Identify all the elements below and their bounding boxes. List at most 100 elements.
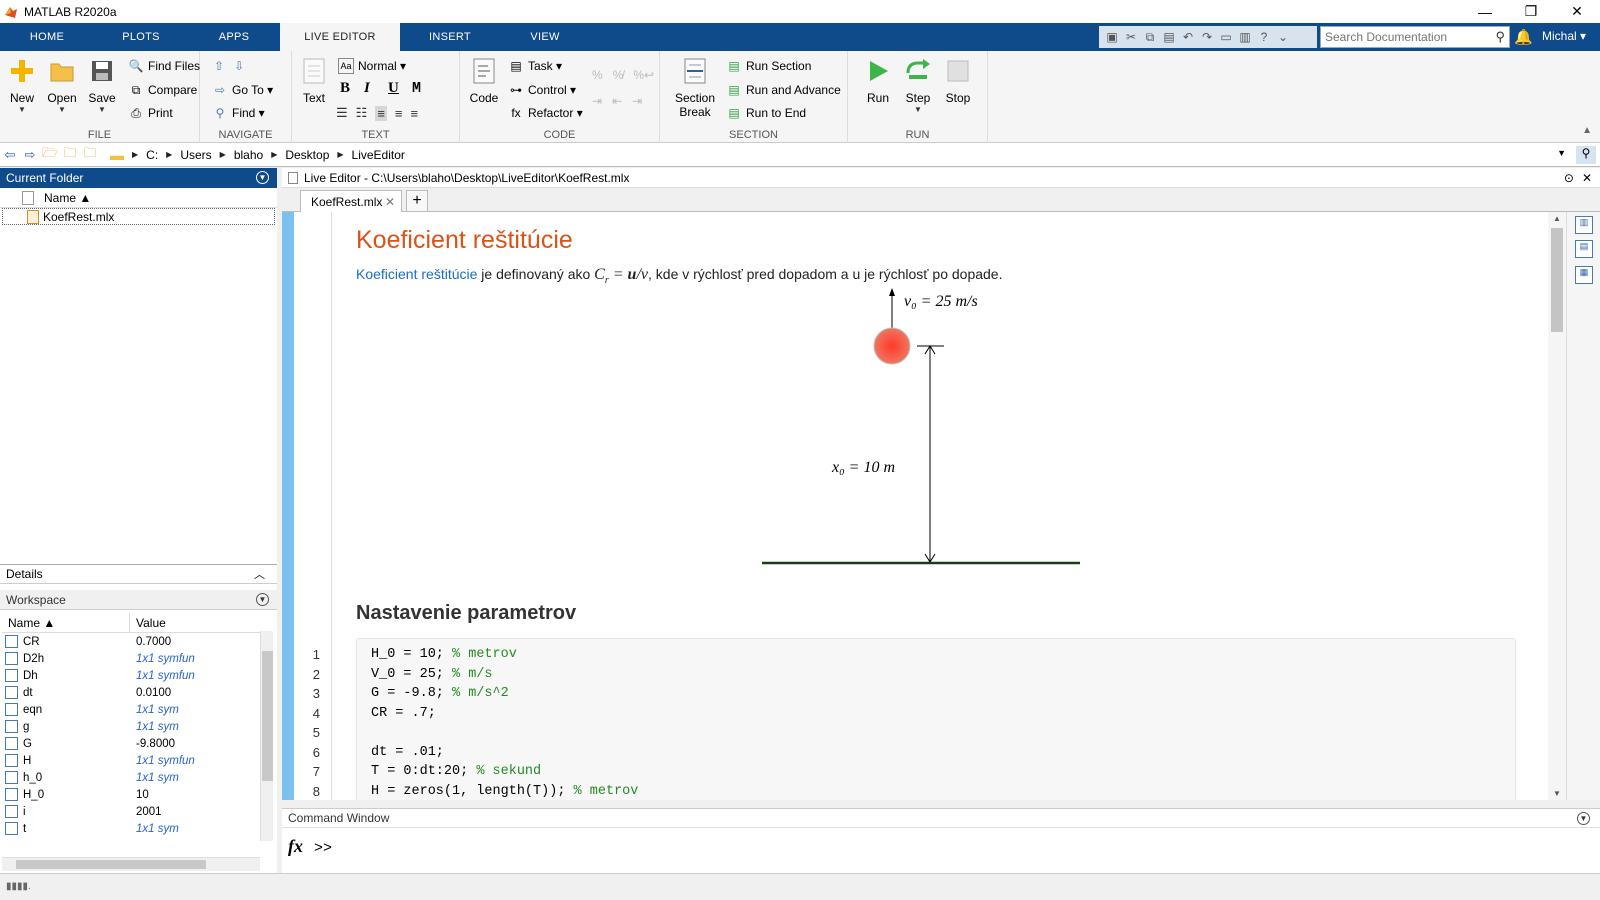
cut-icon[interactable]: ✂ — [1123, 29, 1139, 45]
tab-plots[interactable]: PLOTS — [94, 23, 188, 51]
task-button[interactable]: ▤ Task ▾ — [508, 56, 562, 76]
print-button[interactable]: ⎙ Print — [128, 103, 173, 123]
breadcrumb-item[interactable]: C: — [146, 148, 158, 162]
output-right-icon[interactable]: ▥ — [1575, 216, 1593, 234]
tab-live-editor[interactable]: LIVE EDITOR — [280, 23, 400, 51]
monospace-button[interactable]: M — [412, 80, 421, 97]
breadcrumb-item[interactable]: Users — [180, 148, 211, 162]
step-button[interactable]: Step ▼ — [898, 55, 938, 114]
switch-windows-icon[interactable]: ▭ — [1218, 29, 1234, 45]
code-button[interactable]: Code — [464, 55, 504, 105]
code-line[interactable]: T = 0:dt:20; % sekund — [371, 764, 541, 779]
uncomment-icon[interactable]: %̸ — [613, 68, 624, 82]
live-editor-document[interactable]: Koeficient reštitúcie Koeficient reštitú… — [282, 212, 1548, 800]
table-row[interactable]: H_0 10 — [2, 786, 260, 803]
smart-indent-icon[interactable]: ⇥ — [592, 94, 602, 108]
panel-actions-icon[interactable]: ▼ — [256, 593, 269, 606]
tab-koefrest[interactable]: KoefRest.mlx ✕ — [300, 190, 402, 212]
text-button[interactable]: Text — [294, 55, 334, 105]
table-row[interactable]: Dh 1x1 symfun — [2, 667, 260, 684]
customize-icon[interactable]: ⌄ — [1275, 29, 1291, 45]
scroll-down-icon[interactable]: ▼ — [1553, 789, 1561, 798]
wrap-comment-icon[interactable]: %↩ — [633, 68, 654, 82]
align-left-icon[interactable]: ≡ — [375, 105, 387, 121]
section-break-button[interactable]: Section Break — [672, 55, 718, 119]
search-icon[interactable]: ⚲ — [1495, 29, 1505, 45]
checkbox-icon[interactable] — [22, 190, 34, 205]
breadcrumb-item[interactable]: blaho — [234, 148, 263, 162]
scroll-up-icon[interactable]: ▲ — [1553, 214, 1561, 223]
workspace-vertical-scrollbar[interactable] — [260, 631, 273, 841]
user-menu[interactable]: Michal ▾ — [1542, 29, 1586, 43]
code-line[interactable]: H_0 = 10; % metrov — [371, 647, 517, 662]
bold-button[interactable]: B — [340, 80, 350, 97]
restore-button[interactable]: ❐ — [1508, 0, 1554, 23]
close-tab-icon[interactable]: ✕ — [385, 195, 395, 209]
go-to-button[interactable]: ⇨ Go To ▾ — [212, 80, 273, 100]
panel-actions-icon[interactable]: ▼ — [256, 171, 269, 184]
code-line[interactable]: G = -9.8; % m/s^2 — [371, 686, 509, 701]
tab-home[interactable]: HOME — [0, 23, 94, 51]
find-files-button[interactable]: 🔍 Find Files — [128, 56, 201, 76]
tab-apps[interactable]: APPS — [188, 23, 280, 51]
table-row[interactable]: h_0 1x1 sym — [2, 769, 260, 786]
align-right-icon[interactable]: ≡ — [411, 106, 419, 121]
table-row[interactable]: g 1x1 sym — [2, 718, 260, 735]
up-folder-icon[interactable]: 🗁 — [40, 144, 60, 166]
search-input[interactable] — [1325, 30, 1485, 44]
code-line[interactable]: V_0 = 25; % m/s — [371, 667, 493, 682]
run-button[interactable]: Run — [858, 55, 898, 105]
back-icon[interactable]: ⇦ — [0, 147, 20, 163]
browse-folder-icon[interactable]: 🗀 — [80, 144, 100, 166]
numbered-list-icon[interactable]: ☷ — [356, 105, 368, 121]
bullet-list-icon[interactable]: ☰ — [336, 105, 348, 121]
tab-insert[interactable]: INSERT — [400, 23, 500, 51]
underline-button[interactable]: U — [388, 80, 399, 97]
table-row[interactable]: dt 0.0100 — [2, 684, 260, 701]
collapse-ribbon-icon[interactable]: ▲ — [1582, 125, 1592, 136]
text-style-select[interactable]: Aa Normal ▾ — [338, 56, 406, 76]
code-block[interactable]: H_0 = 10; % metrov V_0 = 25; % m/s G = -9.… — [356, 638, 1516, 800]
scrollbar-thumb[interactable] — [262, 651, 273, 781]
panel-actions-icon[interactable]: ⊙ — [1564, 171, 1574, 185]
scrollbar-thumb[interactable] — [1551, 228, 1563, 332]
chevron-up-icon[interactable]: ︿ — [254, 566, 265, 582]
code-line[interactable]: CR = .7; — [371, 706, 436, 721]
address-dropdown-icon[interactable]: ▼ — [1557, 148, 1566, 158]
run-and-advance-button[interactable]: ▤ Run and Advance — [726, 80, 840, 100]
workspace-horizontal-scrollbar[interactable] — [2, 857, 260, 871]
compare-button[interactable]: ⧉ Compare — [128, 80, 198, 100]
run-section-button[interactable]: ▤ Run Section — [726, 56, 811, 76]
arrow-up-icon[interactable]: ⇧ — [214, 59, 224, 73]
minimize-button[interactable]: — — [1462, 0, 1508, 23]
tab-view[interactable]: VIEW — [500, 23, 590, 51]
function-browser-icon[interactable]: fx — [288, 836, 303, 857]
comment-icon[interactable]: % — [592, 68, 603, 82]
italic-button[interactable]: I — [364, 80, 370, 97]
run-to-end-button[interactable]: ▤ Run to End — [726, 103, 806, 123]
increase-indent-icon[interactable]: ⇥ — [632, 94, 642, 108]
refactor-button[interactable]: fx Refactor ▾ — [508, 103, 582, 123]
table-row[interactable]: i 2001 — [2, 803, 260, 820]
output-inline-icon[interactable]: ▤ — [1575, 240, 1593, 258]
list-item[interactable]: KoefRest.mlx — [2, 208, 275, 225]
redo-icon[interactable]: ↷ — [1199, 29, 1215, 45]
new-button[interactable]: New ▼ — [2, 55, 42, 114]
paste-icon[interactable]: ▤ — [1161, 29, 1177, 45]
table-row[interactable]: D2h 1x1 symfun — [2, 650, 260, 667]
align-center-icon[interactable]: ≡ — [395, 106, 403, 121]
hide-code-icon[interactable]: ▦ — [1575, 266, 1593, 284]
close-icon[interactable]: ✕ — [1582, 171, 1592, 185]
notification-bell-icon[interactable]: 🔔 — [1514, 28, 1533, 46]
breadcrumb-item[interactable]: LiveEditor — [352, 148, 405, 162]
layout-icon[interactable]: ▥ — [1237, 29, 1253, 45]
undo-icon[interactable]: ↶ — [1180, 29, 1196, 45]
editor-vertical-scrollbar[interactable]: ▲ ▼ — [1548, 212, 1566, 800]
code-line[interactable]: H = zeros(1, length(T)); % metrov — [371, 784, 638, 799]
table-row[interactable]: G -9.8000 — [2, 735, 260, 752]
table-row[interactable]: CR 0.7000 — [2, 633, 260, 650]
column-name-header[interactable]: Name ▲ — [44, 191, 91, 205]
code-line[interactable]: dt = .01; — [371, 745, 444, 760]
scrollbar-thumb[interactable] — [16, 860, 206, 869]
details-header[interactable]: Details ︿ — [0, 564, 277, 584]
